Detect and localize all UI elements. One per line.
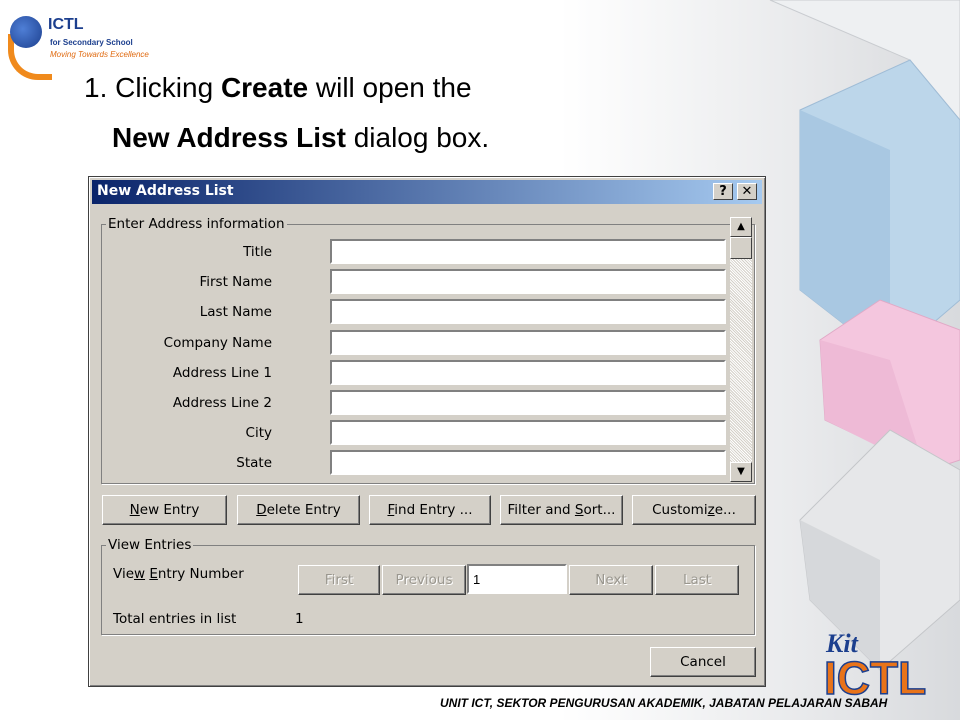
- field-row-address-line-1: Address Line 1: [102, 359, 730, 387]
- customize-label: Customize...: [652, 502, 736, 518]
- delete-entry-label: elete Entry: [266, 502, 341, 518]
- view-entries-legend: View Entries: [106, 537, 194, 553]
- scroll-thumb[interactable]: [730, 237, 752, 259]
- delete-entry-button[interactable]: Delete Entry: [237, 495, 360, 525]
- first-name-input[interactable]: [330, 269, 726, 294]
- kit-logo-main: ICTL: [824, 652, 926, 700]
- address-line-2-input[interactable]: [330, 390, 726, 415]
- last-name-input[interactable]: [330, 299, 726, 324]
- ictl-logo: ICTL for Secondary School Moving Towards…: [8, 14, 160, 80]
- filter-sort-button[interactable]: Filter and Sort...: [500, 495, 623, 525]
- footer-text: UNIT ICT, SEKTOR PENGURUSAN AKADEMIK, JA…: [440, 696, 888, 710]
- total-entries-value: 1: [295, 611, 304, 627]
- scroll-up-icon[interactable]: ▲: [730, 217, 752, 237]
- new-entry-label: ew Entry: [139, 502, 200, 518]
- dialog-title: New Address List: [97, 183, 234, 199]
- heading-line-2: New Address List dialog box.: [112, 122, 490, 153]
- last-button[interactable]: Last: [655, 565, 739, 595]
- field-label-city: City: [245, 425, 272, 441]
- cancel-button[interactable]: Cancel: [650, 647, 756, 677]
- field-row-city: City: [102, 419, 730, 447]
- field-label-state: State: [236, 455, 272, 471]
- dialog-titlebar[interactable]: New Address List ? ✕: [92, 180, 762, 204]
- field-row-company-name: Company Name: [102, 329, 730, 357]
- city-input[interactable]: [330, 420, 726, 445]
- address-line-1-input[interactable]: [330, 360, 726, 385]
- field-label-address-line-1: Address Line 1: [172, 365, 272, 381]
- field-label-last-name: Last Name: [199, 304, 272, 320]
- field-label-first-name: First Name: [199, 274, 272, 290]
- field-row-state: State: [102, 449, 730, 477]
- title-input[interactable]: [330, 239, 726, 264]
- new-entry-button[interactable]: New Entry: [102, 495, 227, 525]
- field-row-address-line-2: Address Line 2: [102, 389, 730, 417]
- find-entry-button[interactable]: Find Entry ...: [369, 495, 491, 525]
- first-button[interactable]: First: [298, 565, 380, 595]
- field-row-last-name: Last Name: [102, 298, 730, 326]
- close-button[interactable]: ✕: [737, 183, 757, 200]
- previous-button[interactable]: Previous: [382, 565, 466, 595]
- total-entries-label: Total entries in list: [113, 611, 237, 627]
- heading-line-1: 1. Clicking Create will open the: [84, 72, 472, 103]
- address-fields-viewport: Title First Name Last Name Company Name …: [102, 233, 730, 483]
- logo-title: ICTL: [48, 16, 84, 33]
- field-label-company-name: Company Name: [163, 335, 272, 351]
- logo-tagline: Moving Towards Excellence: [50, 50, 149, 59]
- entry-number-input[interactable]: [467, 564, 567, 594]
- field-label-address-line-2: Address Line 2: [172, 395, 272, 411]
- customize-button[interactable]: Customize...: [632, 495, 756, 525]
- state-input[interactable]: [330, 450, 726, 475]
- logo-subtitle: for Secondary School: [50, 38, 133, 47]
- field-row-title: Title: [102, 238, 730, 266]
- field-label-title: Title: [243, 244, 272, 260]
- find-entry-label: ind Entry ...: [394, 502, 473, 518]
- scroll-down-icon[interactable]: ▼: [730, 462, 752, 482]
- filter-sort-label: Filter and Sort...: [507, 502, 616, 518]
- view-entry-number-label: View Entry Number: [113, 566, 244, 582]
- new-address-list-dialog: New Address List ? ✕ Enter Address infor…: [88, 176, 766, 687]
- field-row-first-name: First Name: [102, 268, 730, 296]
- address-scrollbar[interactable]: ▲ ▼: [730, 217, 752, 482]
- company-name-input[interactable]: [330, 330, 726, 355]
- globe-icon: [10, 16, 42, 48]
- next-button[interactable]: Next: [569, 565, 653, 595]
- kit-ictl-logo: Kit ICTL: [824, 630, 927, 700]
- help-button[interactable]: ?: [713, 183, 733, 200]
- address-info-legend: Enter Address information: [106, 216, 287, 232]
